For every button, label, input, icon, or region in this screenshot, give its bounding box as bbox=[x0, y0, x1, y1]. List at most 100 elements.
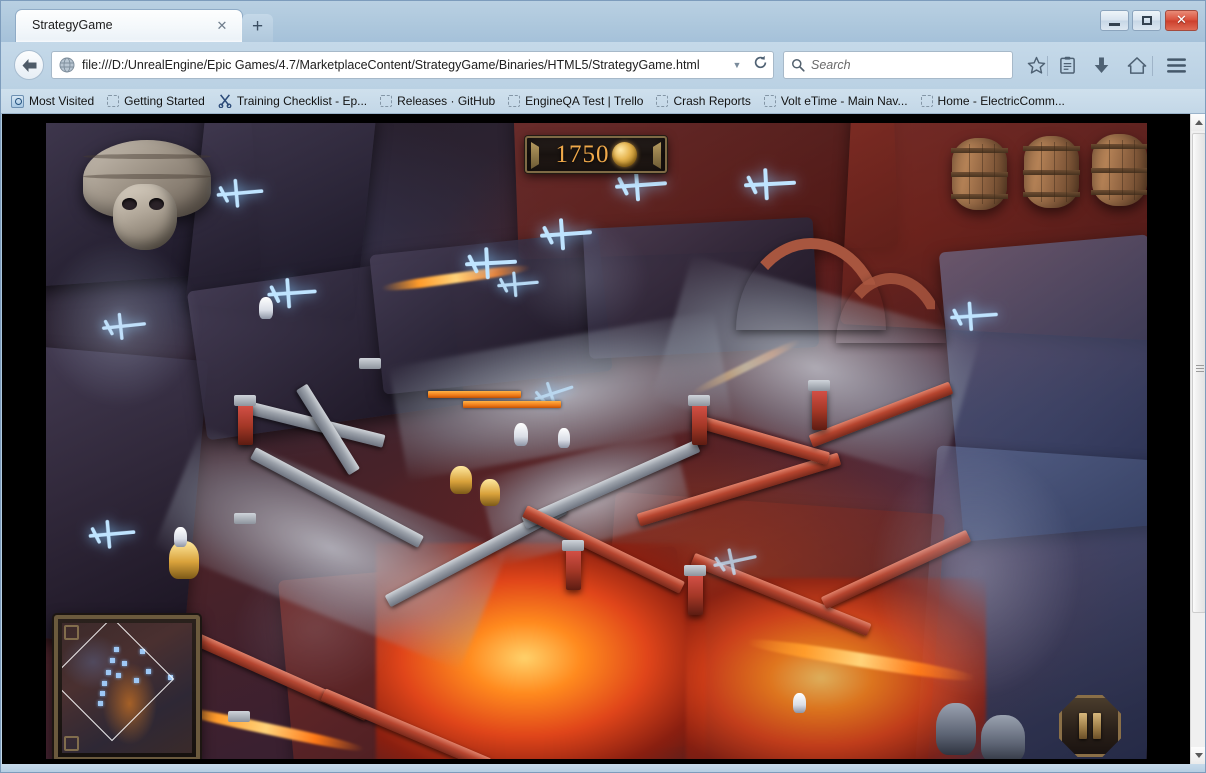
rune-marker[interactable] bbox=[741, 165, 799, 204]
bookmark-star-button[interactable] bbox=[1024, 53, 1049, 78]
minimap-corner bbox=[64, 625, 79, 640]
search-bar[interactable] bbox=[783, 51, 1013, 79]
post-cap bbox=[562, 540, 584, 551]
maximize-icon bbox=[1141, 16, 1152, 25]
star-icon bbox=[1027, 56, 1046, 74]
unit-grey[interactable] bbox=[936, 703, 976, 755]
post-cap bbox=[234, 395, 256, 406]
gold-coin-icon bbox=[611, 142, 637, 167]
barrel[interactable] bbox=[1023, 136, 1080, 208]
download-arrow-icon bbox=[1094, 57, 1109, 74]
rune-marker[interactable] bbox=[213, 175, 266, 212]
bookmark-getting-started[interactable]: Getting Started bbox=[107, 94, 205, 108]
post-cap bbox=[228, 711, 250, 722]
barrel-stave bbox=[1054, 142, 1055, 202]
bookmark-label: Volt eTime - Main Nav... bbox=[780, 94, 908, 108]
bookmark-label: Crash Reports bbox=[673, 94, 751, 108]
unit-white[interactable] bbox=[793, 693, 806, 713]
barrel-stave bbox=[1122, 140, 1123, 200]
unit-gold[interactable] bbox=[480, 479, 500, 506]
window-maximize-button[interactable] bbox=[1132, 10, 1161, 31]
tab-strip: StrategyGame ✕ + ✕ bbox=[1, 1, 1205, 42]
pause-button[interactable] bbox=[1059, 695, 1121, 757]
gold-counter: 1750 bbox=[525, 136, 667, 173]
close-icon: ✕ bbox=[1176, 13, 1187, 28]
barrel[interactable] bbox=[1091, 134, 1147, 206]
unit-grey[interactable] bbox=[981, 715, 1025, 759]
window-close-button[interactable]: ✕ bbox=[1165, 10, 1198, 31]
barrel-hoop bbox=[951, 172, 1008, 177]
gold-amount: 1750 bbox=[555, 140, 610, 168]
tab-close-icon[interactable]: ✕ bbox=[214, 19, 230, 35]
page-content: 1750 bbox=[2, 114, 1190, 764]
minimap-inner[interactable] bbox=[62, 623, 192, 753]
bookmark-label: Most Visited bbox=[29, 94, 95, 108]
minimap-viewport[interactable] bbox=[62, 623, 175, 742]
vertical-scrollbar[interactable] bbox=[1190, 114, 1205, 764]
barrel-stave bbox=[1134, 140, 1135, 200]
back-button[interactable] bbox=[14, 50, 44, 80]
pause-icon bbox=[1079, 713, 1101, 739]
tab-strategygame[interactable]: StrategyGame ✕ bbox=[15, 9, 243, 42]
minimap[interactable] bbox=[54, 615, 200, 759]
url-bar[interactable]: file:///D:/UnrealEngine/Epic Games/4.7/M… bbox=[51, 51, 774, 79]
bookmark-engineqa-trello[interactable]: EngineQA Test | Trello bbox=[508, 94, 643, 108]
wall-post bbox=[812, 388, 827, 430]
scrollbar-grip bbox=[1196, 365, 1204, 373]
menu-button[interactable] bbox=[1164, 53, 1189, 78]
reload-icon bbox=[754, 55, 766, 69]
rune-marker[interactable] bbox=[947, 298, 1001, 335]
game-canvas[interactable]: 1750 bbox=[46, 123, 1147, 759]
barrel-hoop bbox=[1023, 170, 1080, 175]
unit-gold[interactable] bbox=[450, 466, 472, 494]
barrel-stave bbox=[982, 144, 983, 204]
scrollbar-thumb[interactable] bbox=[1192, 133, 1205, 613]
barrel[interactable] bbox=[951, 138, 1008, 210]
reload-button[interactable] bbox=[747, 55, 773, 75]
blank-favicon bbox=[920, 95, 933, 107]
downloads-button[interactable] bbox=[1089, 53, 1114, 78]
post-cap bbox=[808, 380, 830, 391]
wall-post bbox=[688, 573, 703, 615]
barrel-hoop bbox=[1091, 168, 1147, 173]
helmet-ridge bbox=[83, 154, 211, 159]
minimap-corner bbox=[64, 736, 79, 751]
reader-mode-button[interactable] bbox=[1055, 53, 1080, 78]
bookmark-home-electriccomm[interactable]: Home - ElectricComm... bbox=[920, 94, 1065, 108]
search-icon bbox=[792, 59, 805, 72]
globe-icon bbox=[59, 57, 75, 73]
post-cap bbox=[234, 513, 256, 524]
barrel-hoop bbox=[1023, 146, 1080, 151]
bookmark-volt-etime[interactable]: Volt eTime - Main Nav... bbox=[763, 94, 908, 108]
fog-wisp bbox=[46, 243, 196, 403]
new-tab-button[interactable]: + bbox=[242, 14, 273, 42]
barrel-stave bbox=[994, 144, 995, 204]
bookmark-crash-reports[interactable]: Crash Reports bbox=[656, 94, 751, 108]
rune-marker[interactable] bbox=[85, 516, 138, 553]
unit-white[interactable] bbox=[259, 297, 273, 319]
home-button[interactable] bbox=[1124, 53, 1149, 78]
unit-white[interactable] bbox=[174, 527, 187, 547]
unit-white[interactable] bbox=[514, 423, 528, 446]
scroll-down-button[interactable] bbox=[1191, 747, 1205, 764]
chevron-up-icon bbox=[1195, 120, 1203, 125]
toolbar-divider-2 bbox=[1152, 56, 1153, 76]
navigation-toolbar: file:///D:/UnrealEngine/Epic Games/4.7/M… bbox=[1, 42, 1205, 89]
url-text: file:///D:/UnrealEngine/Epic Games/4.7/M… bbox=[82, 58, 700, 72]
search-input[interactable] bbox=[811, 58, 1006, 72]
blank-favicon bbox=[763, 95, 776, 107]
blank-favicon bbox=[107, 95, 120, 107]
wall-post bbox=[238, 403, 253, 445]
barrel-hoop bbox=[1091, 144, 1147, 149]
scroll-up-button[interactable] bbox=[1191, 114, 1205, 131]
hamburger-menu-icon bbox=[1167, 58, 1186, 73]
wall-post bbox=[692, 403, 707, 445]
bookmark-most-visited[interactable]: Most Visited bbox=[11, 94, 94, 108]
url-dropdown-icon[interactable]: ▼ bbox=[727, 60, 747, 70]
bookmark-releases-github[interactable]: Releases · GitHub bbox=[380, 94, 495, 108]
most-visited-icon bbox=[11, 94, 24, 108]
window-minimize-button[interactable] bbox=[1100, 10, 1129, 31]
home-icon bbox=[1127, 57, 1146, 74]
unit-white[interactable] bbox=[558, 428, 570, 448]
bookmark-training-checklist[interactable]: Training Checklist - Ep... bbox=[218, 94, 367, 108]
